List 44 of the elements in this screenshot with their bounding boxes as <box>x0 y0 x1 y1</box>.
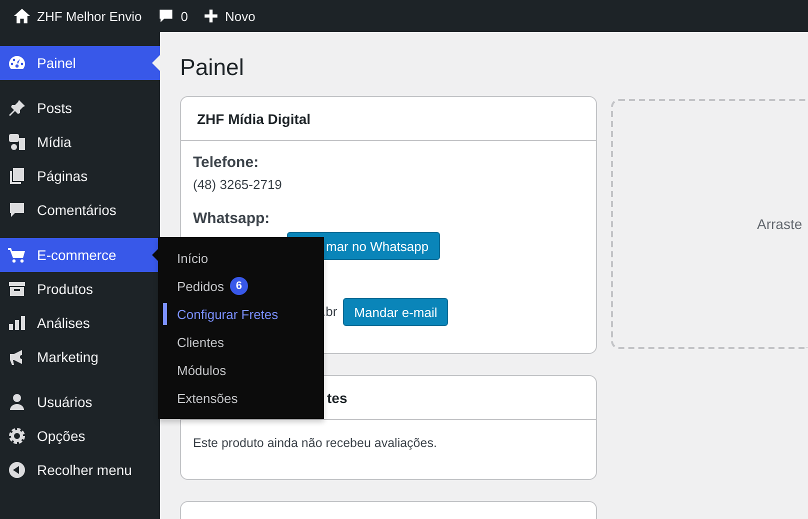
menu-item[interactable]: Posts <box>0 91 160 125</box>
collapse-icon <box>7 460 27 480</box>
new-link[interactable]: Novo <box>196 0 264 32</box>
drop-zone-text: Arraste <box>757 216 802 232</box>
pushpin-icon <box>7 98 27 118</box>
menu-item[interactable]: Páginas <box>0 159 160 193</box>
submenu-item[interactable]: Pedidos 6 <box>158 272 324 300</box>
media-icon <box>7 132 27 152</box>
submenu-item[interactable]: Configurar Fretes <box>158 300 324 328</box>
archive-box-icon <box>7 279 27 299</box>
menu-item[interactable]: Marketing <box>0 340 160 374</box>
menu-item[interactable]: Comentários <box>0 193 160 227</box>
card-title: ZHF Mídia Digital <box>197 110 311 126</box>
pages-icon <box>7 166 27 186</box>
menu-item[interactable]: Painel <box>0 46 160 80</box>
menu-item[interactable]: Análises <box>0 306 160 340</box>
field-label: Whatsapp: <box>193 210 271 228</box>
site-name-link[interactable]: ZHF Melhor Envio <box>7 0 151 32</box>
cart-icon <box>7 245 27 265</box>
speech-bubble-icon <box>156 7 175 25</box>
menu-item[interactable]: Recolher menu <box>0 453 160 487</box>
menu-item[interactable]: Mídia <box>0 125 160 159</box>
plus-icon <box>202 8 219 24</box>
user-icon <box>7 392 27 412</box>
menu-item[interactable]: Opções <box>0 419 160 453</box>
submenu-item[interactable]: Extensões <box>158 384 324 412</box>
field-value: .br <box>322 303 338 321</box>
empty-message: Este produto ainda não recebeu avaliações. <box>192 435 438 452</box>
speech-bubble-icon <box>7 200 27 220</box>
submenu-item[interactable]: Clientes <box>158 328 324 356</box>
menu-item[interactable]: Usuários <box>0 385 160 419</box>
field-value: (48) 3265-2719 <box>193 176 282 194</box>
home-icon <box>13 7 31 25</box>
settings-icon <box>7 426 27 446</box>
page-title: Painel <box>180 53 245 82</box>
card-title: tes <box>327 390 348 406</box>
menu-item[interactable]: E-commerce <box>0 238 160 272</box>
submenu-item[interactable]: Módulos <box>158 356 324 384</box>
field-label: Telefone: <box>193 154 260 172</box>
action-button[interactable]: Mandar e-mail <box>343 298 448 326</box>
comments-link[interactable]: 0 <box>150 0 197 32</box>
count-badge: 6 <box>230 277 248 295</box>
bar-chart-icon <box>7 313 27 333</box>
menu-item[interactable]: Produtos <box>0 272 160 306</box>
